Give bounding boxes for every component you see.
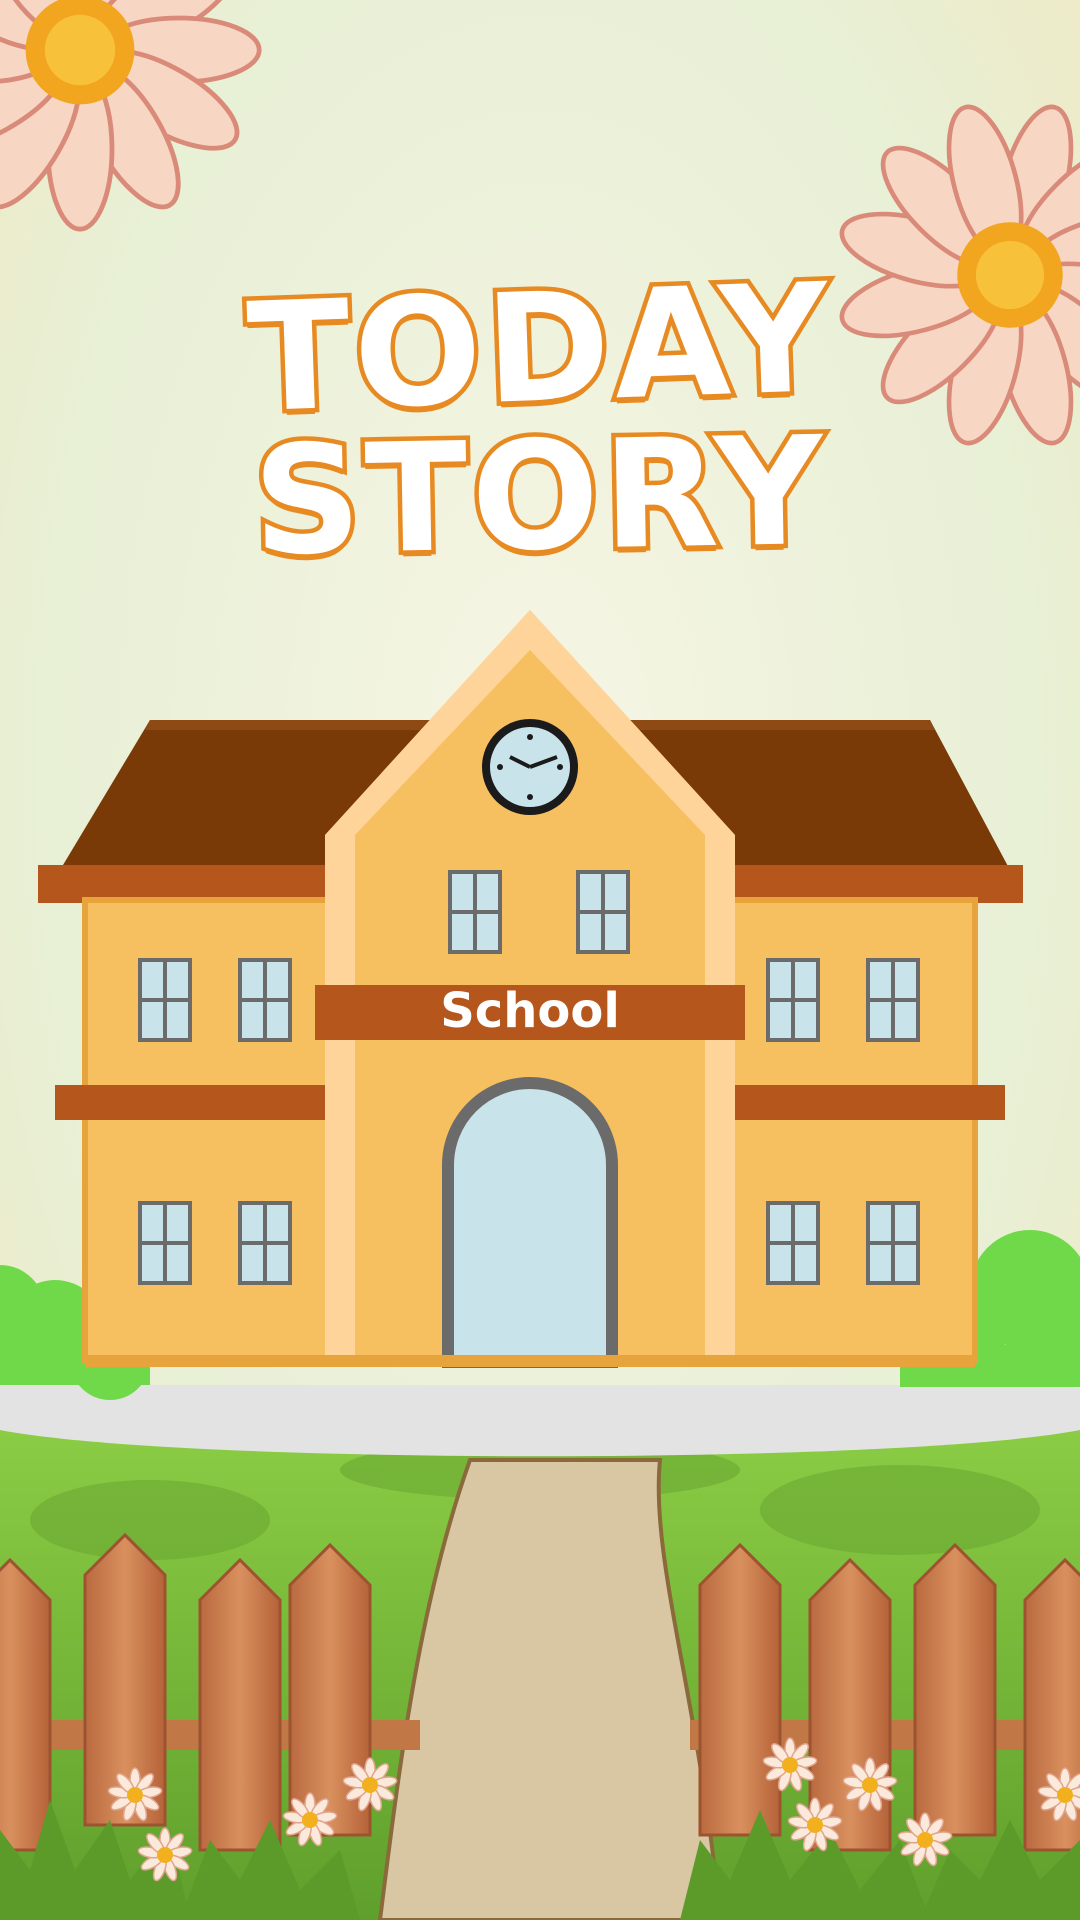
school-sign-label: School — [440, 983, 620, 1039]
title-line-2: STORY — [247, 401, 833, 594]
clock-icon — [482, 719, 578, 815]
sidewalk — [0, 1385, 1080, 1457]
school-door — [442, 1077, 618, 1368]
